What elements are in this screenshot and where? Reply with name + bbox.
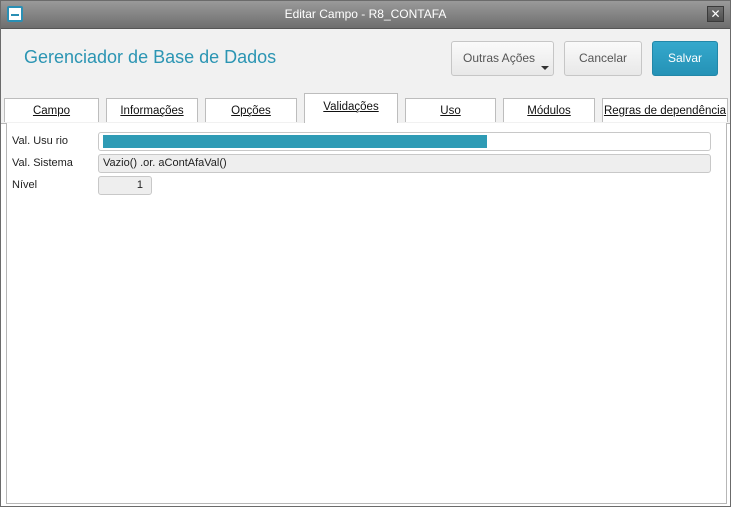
tab-label: Módulos [527,105,571,117]
caret-down-icon [541,66,549,70]
more-actions-button[interactable]: Outras Ações [451,41,554,76]
app-title: Gerenciador de Base de Dados [24,47,277,67]
tab-label: Opções [231,105,271,117]
tab-campo[interactable]: Campo [4,98,99,122]
tab-label: Regras de dependência [603,105,727,117]
val-usuario-field[interactable] [98,132,711,151]
tab-label: Campo [32,105,71,117]
save-button[interactable]: Salvar [652,41,718,76]
val-usuario-label: Val. Usu rio [12,135,69,147]
tab-uso[interactable]: Uso [405,98,496,122]
tab-label: Validações [323,101,379,113]
val-sistema-label: Val. Sistema [12,157,73,169]
header-bar: Gerenciador de Base de Dados Outras Açõe… [1,29,730,93]
cancel-button[interactable]: Cancelar [564,41,642,76]
more-actions-label: Outras Ações [463,51,536,65]
tab-modulos[interactable]: Módulos [503,98,595,122]
close-icon[interactable]: ✕ [707,6,724,22]
tab-informacoes[interactable]: Informações [106,98,198,122]
text-selection-highlight [103,135,487,148]
nivel-field[interactable]: 1 [98,176,152,195]
edit-field-dialog: Editar Campo - R8_CONTAFA ✕ Gerenciador … [0,0,731,507]
tab-opcoes[interactable]: Opções [205,98,297,122]
tab-bar: Campo Informações Opções Validações Uso … [1,93,730,124]
tab-validacoes[interactable]: Validações [304,93,398,124]
val-sistema-field[interactable]: Vazio() .or. aContAfaVal() [98,154,711,173]
validations-panel: Val. Usu rio Val. Sistema Vazio() .or. a… [6,123,727,504]
tab-regras-de-dependencia[interactable]: Regras de dependência [602,98,728,122]
tab-label: Uso [440,105,461,117]
nivel-label: Nível [12,179,38,191]
tab-label: Informações [120,105,184,117]
window-title: Editar Campo - R8_CONTAFA [284,7,447,21]
title-bar[interactable]: Editar Campo - R8_CONTAFA ✕ [1,1,730,29]
